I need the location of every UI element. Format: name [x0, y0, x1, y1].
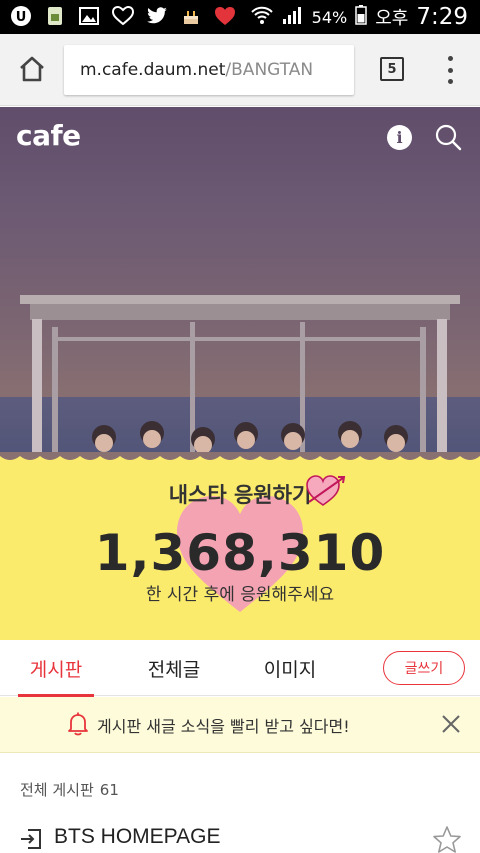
bell-icon	[68, 712, 88, 736]
scalloped-edge	[0, 452, 480, 460]
gallery-icon	[78, 5, 100, 27]
notification-icons: U	[10, 5, 236, 27]
cafe-logo[interactable]: cafe	[16, 119, 81, 152]
close-icon[interactable]	[441, 714, 461, 734]
section-count: 61	[99, 781, 119, 799]
clock-time: 7:29	[416, 4, 468, 30]
twitter-icon	[146, 5, 168, 27]
cake-icon	[180, 5, 202, 27]
signal-icon	[282, 5, 304, 29]
list-item-label: BTS HOMEPAGE	[54, 825, 221, 848]
section-title: 전체 게시판	[20, 781, 94, 799]
heart-icon	[214, 5, 236, 27]
home-icon[interactable]	[17, 54, 47, 84]
cafe-tabs: 게시판 전체글 이미지 글쓰기	[0, 640, 480, 697]
banner-title: 내스타 응원하기	[168, 483, 312, 507]
app-u-icon: U	[10, 5, 32, 27]
url-field[interactable]: m.cafe.daum.net/BANGTAN	[64, 45, 354, 95]
tab-board[interactable]: 게시판	[18, 640, 94, 697]
bus-stop-illustration	[20, 295, 460, 467]
clock-ampm: 오후	[375, 8, 409, 29]
url-host: m.cafe.daum.net	[80, 60, 226, 80]
notification-prompt[interactable]: 게시판 새글 소식을 빨리 받고 싶다면!	[0, 697, 480, 753]
status-bar: U 54% 오후 7:29	[0, 0, 480, 34]
chat-heart-icon	[112, 5, 134, 27]
cafe-header-image: cafe i	[0, 107, 480, 467]
wifi-icon	[250, 4, 274, 30]
section-header: 전체 게시판 61	[20, 779, 119, 800]
notice-text: 게시판 새글 소식을 빨리 받고 싶다면!	[97, 717, 350, 736]
battery-icon	[355, 5, 367, 29]
star-icon[interactable]	[432, 825, 462, 853]
tab-images[interactable]: 이미지	[252, 640, 328, 696]
cheer-count: 1,368,310	[94, 524, 386, 582]
battery-percent: 54%	[311, 7, 348, 27]
browser-toolbar: m.cafe.daum.net/BANGTAN 5	[0, 34, 480, 106]
cheer-banner[interactable]: 내스타 응원하기 1,368,310 한 시간 후에 응원해주세요	[0, 452, 480, 640]
board-link-icon	[21, 829, 41, 849]
search-icon[interactable]	[434, 123, 462, 151]
svg-text:U: U	[16, 10, 27, 25]
tab-all-posts[interactable]: 전체글	[136, 640, 212, 696]
heart-arrow-icon	[306, 475, 346, 506]
write-button[interactable]: 글쓰기	[383, 651, 465, 685]
overflow-menu-icon[interactable]	[440, 56, 460, 84]
banner-subtitle: 한 시간 후에 응원해주세요	[145, 585, 335, 605]
url-path: /BANGTAN	[225, 60, 314, 80]
info-icon[interactable]: i	[387, 125, 412, 150]
tab-switcher-button[interactable]: 5	[380, 57, 404, 81]
system-indicators: 54% 오후 7:29	[250, 4, 468, 30]
sim-card-icon	[44, 5, 66, 27]
list-item[interactable]: BTS HOMEPAGE	[0, 815, 480, 853]
